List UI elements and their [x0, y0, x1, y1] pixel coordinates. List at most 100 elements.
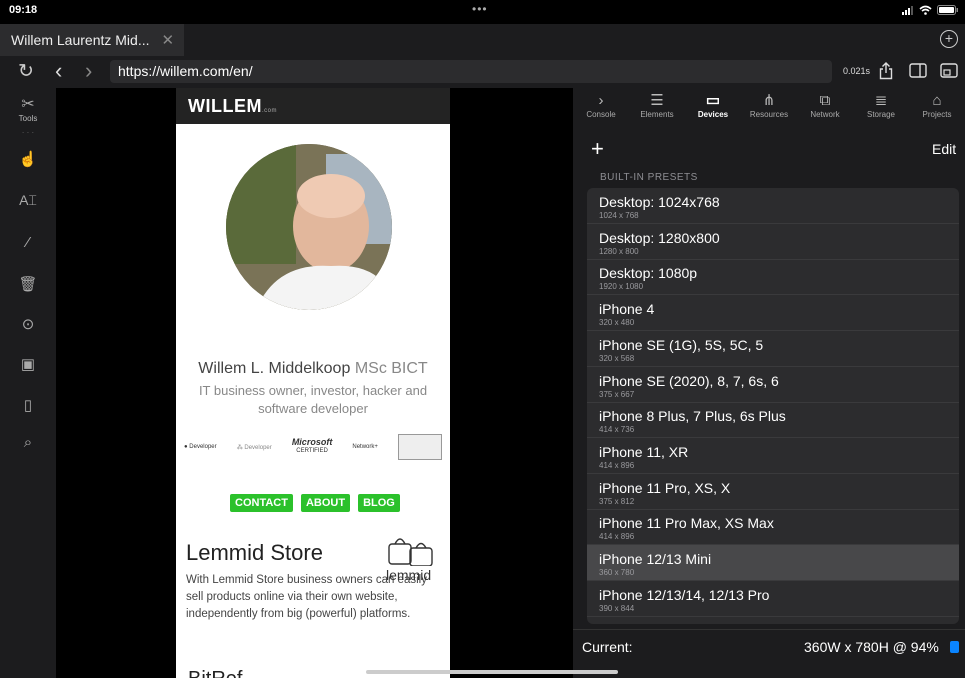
tab-projects[interactable]: ⌂ Projects — [909, 88, 965, 128]
wifi-icon — [919, 5, 932, 15]
signal-icon — [902, 5, 913, 15]
preset-size: 414 x 896 — [599, 532, 635, 542]
battery-icon — [937, 5, 958, 15]
network-icon: ⧉ — [819, 92, 831, 109]
document-icon[interactable]: ▯ — [0, 396, 56, 414]
current-value: 360W x 780H @ 94% — [804, 639, 939, 655]
home-indicator[interactable] — [366, 670, 618, 674]
trash-icon[interactable]: 🗑 — [0, 275, 56, 293]
preset-item[interactable]: iPhone 8 Plus, 7 Plus, 6s Plus 414 x 736 — [587, 402, 959, 439]
preset-item[interactable]: iPhone 11, XR 414 x 896 — [587, 438, 959, 474]
tab-console[interactable]: › Console — [573, 88, 629, 128]
tab-label: Network — [810, 110, 840, 119]
share-icon[interactable] — [879, 62, 893, 80]
preset-item[interactable]: iPhone SE (2020), 8, 7, 6s, 6 375 x 667 — [587, 367, 959, 403]
preset-item[interactable]: Desktop: 1024x768 1024 x 768 — [587, 188, 959, 224]
next-section-title[interactable]: BitRef — [188, 668, 242, 678]
tab-resources[interactable]: ⋔ Resources — [741, 88, 797, 128]
preset-list[interactable]: Desktop: 1024x768 1024 x 768 Desktop: 1280… — [587, 188, 959, 624]
preset-name: iPhone 4 — [599, 301, 655, 318]
lemmid-logo[interactable]: lemmid — [386, 536, 442, 583]
tab-devices[interactable]: ▭ Devices — [685, 88, 741, 128]
certifications: ● Developer ⁂ Developer Microsoft CERTIFI… — [184, 434, 442, 460]
tab-willem[interactable]: Willem Laurentz Mid... ✕ — [0, 24, 184, 56]
resize-icon[interactable] — [940, 63, 958, 78]
avatar — [226, 144, 392, 310]
preset-item[interactable]: Desktop: 1080p 1920 x 1080 — [587, 259, 959, 296]
name-text: Willem L. Middelkoop — [198, 360, 351, 377]
touch-icon[interactable]: ☝ — [0, 150, 56, 168]
camera-icon[interactable]: ⊙ — [0, 315, 56, 333]
reload-icon[interactable]: ↻ — [18, 60, 34, 83]
tab-label: Storage — [866, 110, 896, 119]
preset-size: 375 x 812 — [599, 496, 635, 506]
tools-label: Tools — [18, 114, 38, 123]
preset-item[interactable]: iPhone 11 Pro, XS, X 375 x 812 — [587, 474, 959, 510]
tab-elements[interactable]: ☰ Elements — [629, 88, 685, 128]
preset-size: 414 x 736 — [599, 425, 635, 435]
preset-name: iPhone 11, XR — [599, 443, 689, 460]
preset-name: iPhone SE (1G), 5S, 5C, 5 — [599, 336, 764, 353]
web-page[interactable]: WILLEM.com Willem L. Middelkoop MSc BICT… — [176, 88, 450, 678]
preset-name: Desktop: 1280x800 — [599, 229, 720, 246]
edit-button[interactable]: Edit — [932, 141, 956, 157]
more-dots[interactable]: · · · — [0, 128, 56, 137]
tab-label: Elements — [640, 110, 674, 119]
url-text[interactable]: https://willem.com/en/ — [118, 63, 253, 79]
about-button[interactable]: ABOUT — [300, 494, 351, 512]
blog-button[interactable]: BLOG — [358, 494, 400, 512]
preset-item[interactable]: Desktop: 1280x800 1280 x 800 — [587, 224, 959, 260]
preset-name: Desktop: 1080p — [599, 265, 698, 282]
lock-orientation-icon[interactable] — [950, 641, 959, 653]
search-icon[interactable]: ⌕ — [0, 434, 56, 451]
logo-text: WILLEM — [188, 96, 262, 116]
folder-icon: ⌂ — [932, 92, 942, 109]
tools-button[interactable]: ✂ Tools — [0, 94, 56, 123]
preset-name: iPhone 11 Pro, XS, X — [599, 479, 731, 496]
tagline: IT business owner, investor, hacker and … — [198, 383, 428, 416]
tab-network[interactable]: ⧉ Network — [797, 88, 853, 128]
tab-label: Devices — [697, 110, 729, 119]
presets-header: BUILT-IN PRESETS — [600, 172, 698, 183]
preset-name: iPhone 11 Pro Max, XS Max — [599, 515, 774, 532]
back-icon[interactable]: ‹ — [55, 58, 62, 84]
tools-sidebar: ✂ Tools · · · ☝ A⌶ ⁄ 🗑 ⊙ ▣ ▯ ⌕ — [0, 88, 56, 678]
preset-name: iPhone 12/13 Mini — [599, 551, 712, 567]
tab-label: Console — [586, 110, 616, 119]
preset-size: 360 x 780 — [599, 568, 635, 577]
load-time: 0.021s — [843, 66, 871, 76]
preset-item[interactable]: iPhone 4 320 x 480 — [587, 295, 959, 332]
tab-storage[interactable]: ≣ Storage — [853, 88, 909, 128]
text-tool-icon[interactable]: A⌶ — [0, 192, 56, 209]
preset-name: Desktop: 1024x768 — [599, 194, 720, 210]
status-time: 09:18 — [9, 4, 38, 16]
preset-item[interactable]: iPhone 12/13/14, 12/13 Pro 390 x 844 — [587, 581, 959, 617]
avatar-photo — [226, 144, 392, 310]
preset-item[interactable]: iPhone 14 Pro — [587, 616, 959, 624]
multitasking-dots[interactable]: ••• — [472, 2, 488, 16]
name-suffix: MSc BICT — [354, 360, 428, 377]
apple-icon: ● — [184, 444, 188, 450]
system-icons — [902, 5, 959, 15]
preset-size: 414 x 896 — [599, 460, 635, 470]
split-view-icon[interactable] — [909, 63, 927, 78]
tools-icon: ✂ — [21, 96, 35, 113]
preset-item[interactable]: iPhone SE (1G), 5S, 5C, 5 320 x 568 — [587, 331, 959, 367]
store-title[interactable]: Lemmid Store — [186, 540, 323, 566]
apple-developer-badge: ● Developer — [184, 444, 217, 450]
pen-icon[interactable]: ⁄ — [0, 234, 56, 251]
close-icon[interactable]: ✕ — [161, 31, 174, 49]
forward-icon[interactable]: › — [85, 58, 92, 84]
preset-size: 1280 x 800 — [599, 246, 639, 256]
preset-item[interactable]: iPhone 11 Pro Max, XS Max 414 x 896 — [587, 509, 959, 546]
preset-item[interactable]: iPhone 12/13 Mini 360 x 780 — [587, 545, 959, 581]
contact-button[interactable]: CONTACT — [230, 494, 293, 512]
preset-size: 320 x 568 — [599, 353, 635, 363]
add-preset-button[interactable]: + — [591, 136, 604, 162]
blackberry-icon: ⁂ — [236, 444, 243, 451]
site-logo[interactable]: WILLEM.com — [188, 96, 277, 117]
blackberry-developer-badge: ⁂ Developer — [237, 444, 272, 451]
new-tab-icon[interactable]: + — [940, 30, 958, 48]
screenshot-icon[interactable]: ▣ — [0, 355, 56, 373]
tab-title: Willem Laurentz Mid... — [11, 32, 150, 48]
